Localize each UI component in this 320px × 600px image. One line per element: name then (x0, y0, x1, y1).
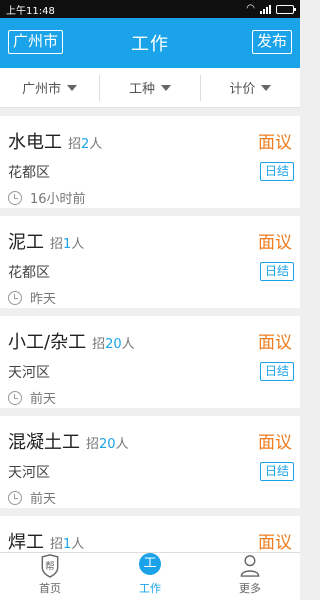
job-card[interactable]: 小工/杂工 招20人 天河区 前天 面议 日结 (0, 316, 300, 408)
dropdown-caret-icon (161, 84, 171, 91)
settlement-badge: 日结 (259, 162, 294, 181)
work-icon: 工 (139, 553, 161, 575)
job-time: 昨天 (8, 288, 292, 307)
job-area: 天河区 (8, 465, 50, 481)
job-salary: 面议 (258, 533, 292, 553)
job-time: 前天 (8, 488, 292, 507)
status-bar: 上午11:48 ◠ (0, 0, 300, 18)
job-salary: 面议 (258, 333, 292, 353)
job-title: 水电工 (8, 132, 62, 153)
job-salary: 面议 (258, 233, 292, 253)
filter-city[interactable]: 广州市 (0, 68, 99, 107)
shield-icon: 帮 (41, 554, 59, 578)
filter-pricing-label: 计价 (229, 82, 256, 97)
job-title: 混凝土工 (8, 432, 80, 453)
nav-work-label: 工作 (139, 582, 161, 595)
clock-icon (8, 290, 22, 305)
job-area: 天河区 (8, 365, 50, 381)
city-button[interactable]: 广州市 (8, 30, 64, 54)
clock-icon (8, 390, 22, 405)
nav-more[interactable]: 更多 (200, 553, 300, 600)
clock-icon (8, 490, 22, 505)
status-time: 上午11:48 (6, 5, 55, 17)
nav-work[interactable]: 工 工作 (100, 553, 200, 600)
status-icons: ◠ (246, 3, 296, 14)
job-salary: 面议 (258, 133, 292, 153)
job-salary: 面议 (258, 433, 292, 453)
job-recruit-count: 招2人 (68, 137, 103, 152)
nav-home-label: 首页 (39, 582, 61, 595)
job-recruit-count: 招1人 (50, 537, 85, 552)
battery-icon (276, 4, 296, 14)
user-icon (240, 555, 260, 577)
clock-icon (8, 190, 22, 205)
nav-home[interactable]: 帮 首页 (0, 553, 100, 600)
job-recruit-count: 招20人 (86, 437, 129, 452)
signal-icon (260, 4, 271, 14)
dropdown-caret-icon (261, 84, 272, 91)
filter-city-label: 广州市 (22, 82, 62, 97)
app-bar: 广州市 工作 发布 (0, 18, 300, 68)
job-card[interactable]: 混凝土工 招20人 天河区 前天 面议 日结 (0, 416, 300, 508)
job-card[interactable]: 泥工 招1人 花都区 昨天 面议 日结 (0, 216, 300, 308)
job-area: 花都区 (8, 165, 50, 181)
job-title: 泥工 (8, 232, 44, 253)
nav-more-label: 更多 (239, 582, 261, 595)
job-title: 焊工 (8, 532, 44, 553)
job-card[interactable]: 水电工 招2人 花都区 16小时前 面议 日结 (0, 116, 300, 208)
wifi-icon: ◠ (246, 3, 255, 14)
dropdown-caret-icon (67, 84, 78, 91)
job-title: 小工/杂工 (8, 332, 87, 353)
svg-text:帮: 帮 (45, 560, 55, 572)
filter-job-type-label: 工种 (128, 82, 155, 97)
page-title: 工作 (131, 34, 169, 55)
job-time: 前天 (8, 388, 292, 407)
job-time: 16小时前 (8, 188, 292, 207)
job-recruit-count: 招20人 (92, 337, 135, 352)
filter-bar: 广州市 工种 计价 (0, 68, 300, 108)
settlement-badge: 日结 (259, 462, 294, 481)
settlement-badge: 日结 (259, 262, 294, 281)
job-list: 水电工 招2人 花都区 16小时前 面议 日结 泥工 招1人 花都区 昨天 面议… (0, 116, 300, 600)
filter-job-type[interactable]: 工种 (99, 74, 199, 101)
publish-button[interactable]: 发布 (251, 30, 292, 54)
job-recruit-count: 招1人 (50, 237, 85, 252)
filter-pricing[interactable]: 计价 (199, 74, 300, 101)
settlement-badge: 日结 (259, 362, 294, 381)
job-area: 花都区 (8, 265, 50, 281)
bottom-nav: 帮 首页 工 工作 更多 (0, 552, 300, 600)
